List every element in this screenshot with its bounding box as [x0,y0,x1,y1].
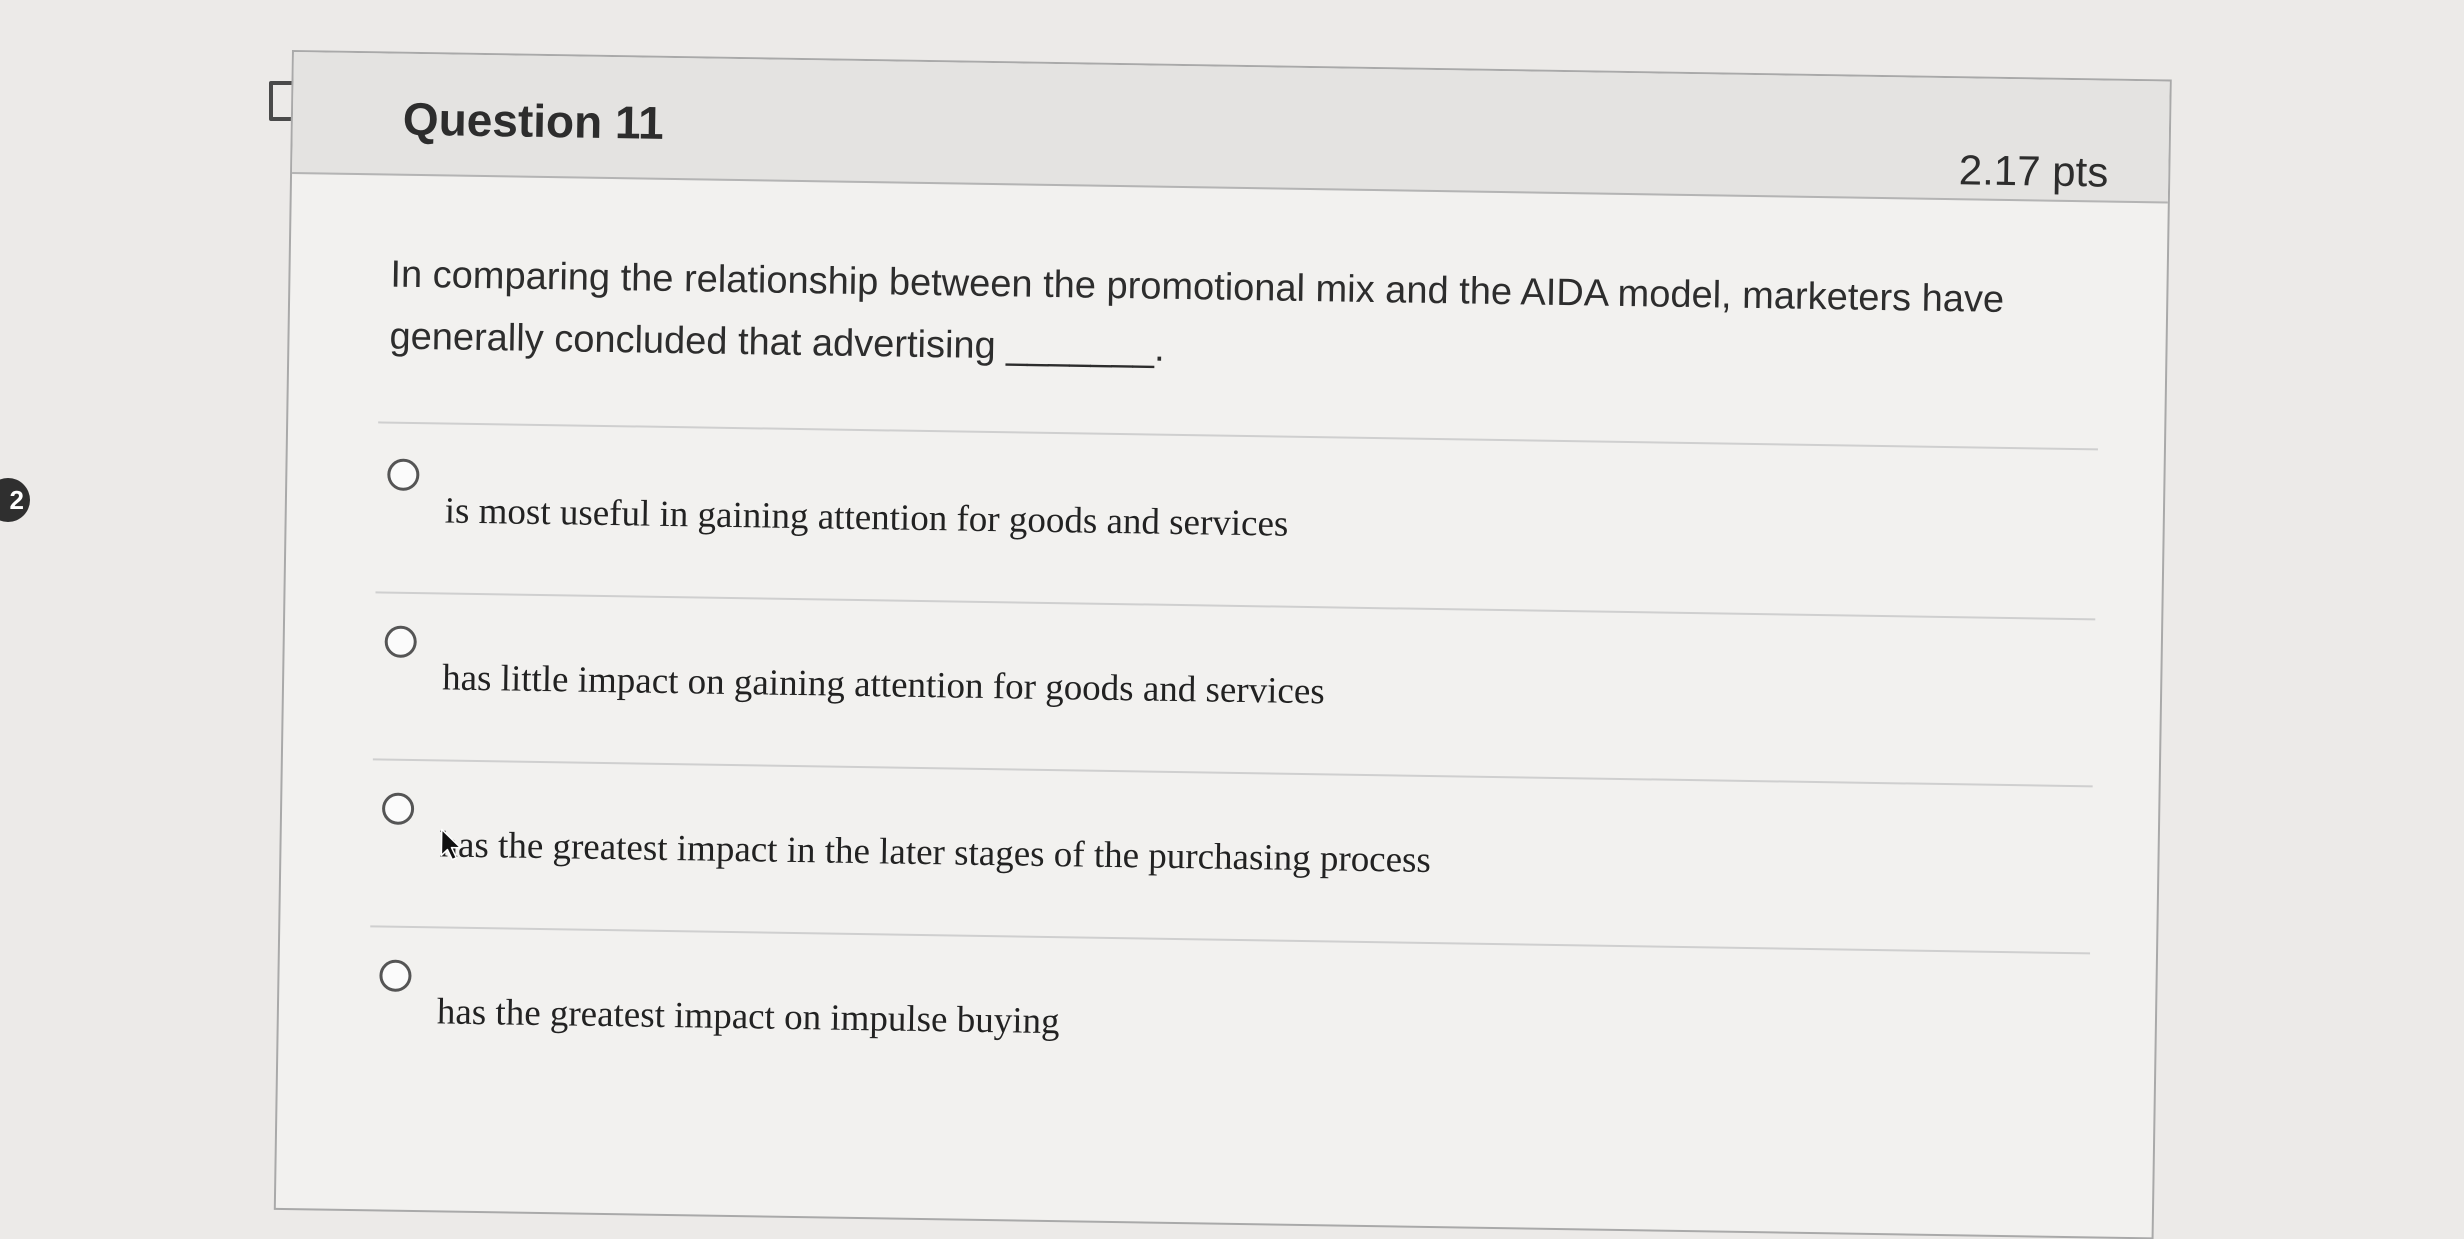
question-number-badge[interactable]: 2 [0,478,30,522]
answer-option-2[interactable]: has little impact on gaining attention f… [383,625,2045,772]
answer-option-3[interactable]: has the greatest impact in the later sta… [380,792,2042,939]
answer-option-1[interactable]: is most useful in gaining attention for … [386,458,2048,605]
answer-label-3[interactable]: has the greatest impact in the later sta… [439,823,1431,882]
answer-label-1[interactable]: is most useful in gaining attention for … [444,489,1288,545]
answer-label-2[interactable]: has little impact on gaining attention f… [442,656,1325,713]
mouse-pointer-icon [440,828,462,861]
question-title: Question 11 [402,92,665,149]
question-points: 2.17 pts [1958,146,2109,196]
divider [378,421,2098,451]
question-card: Question 11 2.17 pts In comparing the re… [273,50,2172,1239]
question-header: Question 11 2.17 pts [292,52,2170,204]
answer-radio-3[interactable] [381,792,415,826]
answer-radio-2[interactable] [384,625,417,659]
question-text: In comparing the relationship between th… [389,253,2005,370]
answer-radio-4[interactable] [379,959,412,992]
answer-radio-1[interactable] [387,458,420,492]
answer-option-4[interactable]: has the greatest impact on impulse buyin… [378,959,2040,1105]
answer-label-4[interactable]: has the greatest impact on impulse buyin… [437,990,1060,1043]
